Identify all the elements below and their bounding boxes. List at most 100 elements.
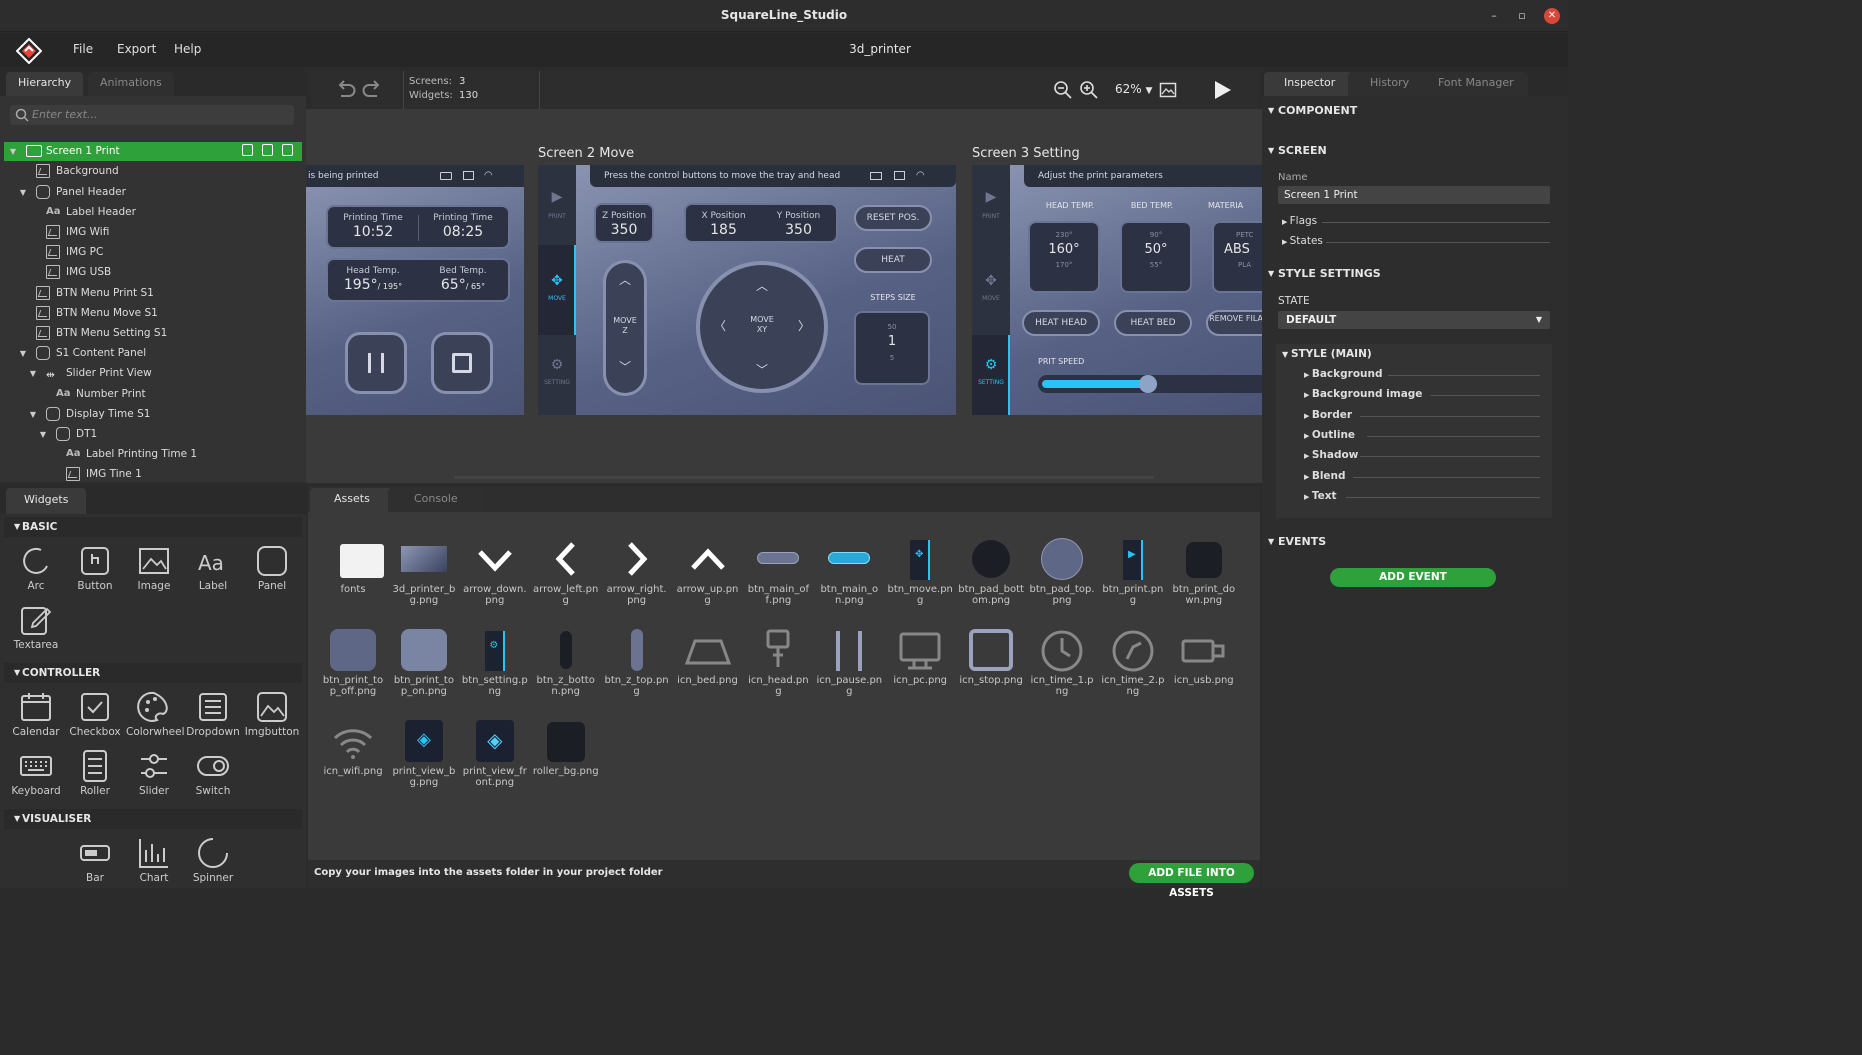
s2-nav-print[interactable]: PRINT bbox=[538, 213, 576, 220]
pause-button[interactable] bbox=[348, 335, 404, 391]
asset-item[interactable]: btn_z_botton.png bbox=[531, 627, 601, 697]
asset-item[interactable]: icn_usb.png bbox=[1169, 627, 1239, 686]
asset-item[interactable]: btn_main_off.png bbox=[743, 536, 813, 606]
move-nav-icon[interactable]: ✥ bbox=[538, 273, 576, 289]
tree-item[interactable]: Aa Label Header bbox=[4, 203, 302, 222]
style-item[interactable]: ▶ Background image bbox=[1304, 388, 1540, 400]
widget-spinner[interactable]: Spinner bbox=[185, 832, 241, 888]
widget-imgbutton[interactable]: Imgbutton bbox=[244, 686, 300, 742]
tree-item[interactable]: Aa Label Printing Time 1 bbox=[4, 445, 302, 464]
tree-item[interactable]: ▼ Panel Header bbox=[4, 183, 302, 202]
widget-slider[interactable]: Slider bbox=[126, 745, 182, 801]
s3-nav-setting[interactable]: SETTING bbox=[972, 379, 1010, 386]
style-item[interactable]: ▶ Outline bbox=[1304, 429, 1540, 441]
states-row[interactable]: ▶ States bbox=[1282, 235, 1550, 247]
play-icon[interactable] bbox=[1211, 79, 1233, 101]
tab-font-manager[interactable]: Font Manager bbox=[1424, 72, 1528, 96]
zoom-dropdown[interactable]: 62% ▼ bbox=[1115, 82, 1152, 96]
tree-item[interactable]: ▼ ⇹ Slider Print View bbox=[4, 364, 302, 383]
print-nav-icon[interactable]: ▶ bbox=[972, 189, 1010, 205]
heat-bed-button[interactable]: HEAT BED bbox=[1114, 310, 1192, 336]
zoom-in-icon[interactable] bbox=[1079, 80, 1099, 100]
tree-item[interactable]: BTN Menu Setting S1 bbox=[4, 324, 302, 343]
tree-item[interactable]: ▼ Display Time S1 bbox=[4, 405, 302, 424]
asset-item[interactable]: arrow_left.png bbox=[531, 536, 601, 606]
asset-item[interactable]: icn_wifi.png bbox=[318, 718, 388, 777]
widget-arc[interactable]: Arc bbox=[8, 540, 64, 596]
widget-dropdown[interactable]: Dropdown bbox=[185, 686, 241, 742]
asset-item[interactable]: btn_z_top.png bbox=[602, 627, 672, 697]
flags-row[interactable]: ▶ Flags bbox=[1282, 215, 1550, 227]
asset-item[interactable]: ◈ print_view_front.png bbox=[460, 718, 530, 788]
tree-item[interactable]: BTN Menu Print S1 bbox=[4, 284, 302, 303]
asset-item[interactable]: ▶ btn_print.png bbox=[1098, 536, 1168, 606]
s2-nav-move[interactable]: MOVE bbox=[538, 295, 576, 302]
hierarchy-search-input[interactable]: Enter text... bbox=[10, 105, 294, 125]
tab-hierarchy[interactable]: Hierarchy bbox=[6, 72, 84, 96]
tab-widgets[interactable]: Widgets bbox=[6, 488, 87, 514]
s3-nav-print[interactable]: PRINT bbox=[972, 213, 1010, 220]
screen2-preview[interactable]: ▶ PRINT ✥ MOVE ⚙ SETTING Press the contr… bbox=[538, 165, 956, 415]
asset-item[interactable]: btn_print_top_on.png bbox=[389, 627, 459, 697]
widget-image[interactable]: Image bbox=[126, 540, 182, 596]
style-item[interactable]: ▶ Background bbox=[1304, 368, 1540, 380]
asset-item[interactable]: icn_head.png bbox=[743, 627, 813, 697]
widget-panel[interactable]: Panel bbox=[244, 540, 300, 596]
widget-checkbox[interactable]: Checkbox bbox=[67, 686, 123, 742]
asset-item[interactable]: icn_pc.png bbox=[885, 627, 955, 686]
menu-help[interactable]: Help bbox=[174, 42, 201, 56]
asset-item[interactable]: btn_pad_bottom.png bbox=[956, 536, 1026, 606]
add-event-button[interactable]: ADD EVENT bbox=[1330, 568, 1496, 587]
widget-keyboard[interactable]: Keyboard bbox=[8, 745, 64, 801]
tree-item[interactable]: Aa Number Print bbox=[4, 385, 302, 404]
asset-item[interactable]: icn_bed.png bbox=[673, 627, 743, 686]
style-item[interactable]: ▶ Blend bbox=[1304, 470, 1540, 482]
move-nav-icon[interactable]: ✥ bbox=[972, 273, 1010, 289]
tree-item[interactable]: IMG USB bbox=[4, 263, 302, 282]
screen3-preview[interactable]: ▶ PRINT ✥ MOVE ⚙ SETTING Adjust the prin… bbox=[972, 165, 1262, 415]
tree-item[interactable]: BTN Menu Move S1 bbox=[4, 304, 302, 323]
tree-item[interactable]: ▼ S1 Content Panel bbox=[4, 344, 302, 363]
move-xy-pad[interactable]: ︿ ﹀ 〈 〉 MOVE XY bbox=[700, 265, 824, 389]
canvas-hscrollbar[interactable] bbox=[454, 476, 1154, 479]
squareline-logo-icon[interactable] bbox=[16, 38, 42, 64]
section-basic[interactable]: ▼ BASIC bbox=[4, 517, 302, 537]
name-input[interactable]: Screen 1 Print bbox=[1278, 186, 1550, 204]
asset-item[interactable]: icn_time_1.png bbox=[1027, 627, 1097, 697]
screenshot-icon[interactable] bbox=[1159, 81, 1177, 99]
print-speed-knob[interactable] bbox=[1139, 375, 1158, 393]
undo-icon[interactable] bbox=[335, 79, 357, 101]
tab-animations[interactable]: Animations bbox=[88, 72, 174, 96]
asset-item[interactable]: arrow_up.png bbox=[673, 536, 743, 606]
style-settings-section[interactable]: ▼ STYLE SETTINGS bbox=[1266, 263, 1564, 285]
screen-section[interactable]: ▼ SCREEN bbox=[1266, 140, 1564, 162]
asset-item[interactable]: 3d_printer_bg.png bbox=[389, 536, 459, 606]
widget-switch[interactable]: Switch bbox=[185, 745, 241, 801]
tree-item[interactable]: IMG Tine 1 bbox=[4, 465, 302, 484]
tab-inspector[interactable]: Inspector bbox=[1264, 72, 1356, 96]
style-main-header[interactable]: ▼ STYLE (MAIN) bbox=[1282, 348, 1372, 360]
expand-arrow-icon[interactable]: ▼ bbox=[28, 364, 38, 383]
events-section[interactable]: ▼ EVENTS bbox=[1266, 531, 1564, 553]
heat-head-button[interactable]: HEAT HEAD bbox=[1022, 310, 1100, 336]
style-item[interactable]: ▶ Shadow bbox=[1304, 449, 1540, 461]
redo-icon[interactable] bbox=[361, 79, 383, 101]
asset-item[interactable]: btn_print_down.png bbox=[1169, 536, 1239, 606]
material-roller[interactable]: PETC ABS PLA bbox=[1214, 223, 1262, 291]
tree-item[interactable]: IMG Wifi bbox=[4, 223, 302, 242]
asset-item[interactable]: arrow_right.png bbox=[602, 536, 672, 606]
lock-icon[interactable] bbox=[262, 144, 273, 156]
print-speed-slider[interactable] bbox=[1038, 375, 1262, 393]
maximize-button[interactable]: ▫ bbox=[1514, 8, 1530, 24]
heat-button[interactable]: HEAT bbox=[854, 247, 932, 273]
expand-arrow-icon[interactable]: ▼ bbox=[18, 183, 28, 202]
s3-nav-move[interactable]: MOVE bbox=[972, 295, 1010, 302]
style-item[interactable]: ▶ Border bbox=[1304, 409, 1540, 421]
tab-history[interactable]: History bbox=[1348, 72, 1432, 96]
screen1-preview[interactable]: is being printed ◠ Printing Time 10:52 Pr… bbox=[306, 165, 524, 415]
expand-arrow-icon[interactable]: ▼ bbox=[18, 344, 28, 363]
asset-item[interactable]: btn_print_top_off.png bbox=[318, 627, 388, 697]
stop-button[interactable] bbox=[434, 335, 490, 391]
move-z-control[interactable]: ︿ MOVE Z ﹀ bbox=[606, 263, 644, 393]
folder-item[interactable]: fonts bbox=[318, 536, 388, 595]
